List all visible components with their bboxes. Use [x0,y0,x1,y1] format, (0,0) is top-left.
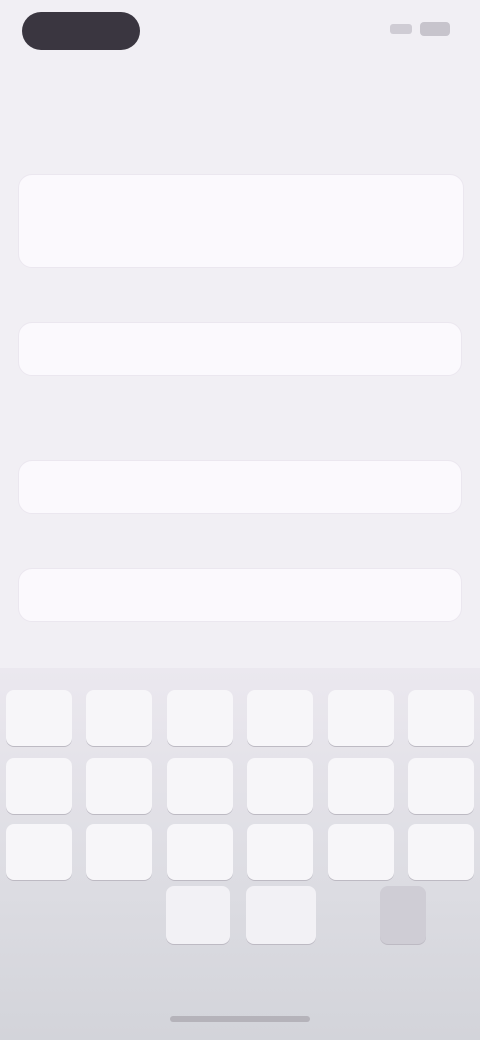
details-card [18,174,464,268]
key[interactable] [166,690,233,746]
key[interactable] [166,886,230,944]
status-time [22,12,140,50]
key[interactable] [380,886,426,944]
key[interactable] [86,824,153,880]
key[interactable] [327,758,394,814]
cellular-signal-icon [390,24,412,34]
battery-icon [420,22,450,36]
key[interactable] [166,824,233,880]
keyboard-row-1 [0,690,480,746]
key[interactable] [6,758,72,814]
status-icons [390,22,450,36]
key[interactable] [86,758,153,814]
keyboard-row-2 [0,758,480,814]
key[interactable] [247,824,314,880]
key[interactable] [407,824,474,880]
key[interactable] [166,758,233,814]
key[interactable] [6,824,72,880]
key[interactable] [327,824,394,880]
keyboard-row-3 [0,824,480,880]
on-screen-keyboard [0,668,480,1040]
text-field-3[interactable] [18,568,462,622]
key[interactable] [6,690,72,746]
key[interactable] [407,758,474,814]
key[interactable] [407,690,474,746]
key[interactable] [86,690,153,746]
key[interactable] [327,690,394,746]
text-field-2[interactable] [18,460,462,514]
home-indicator [170,1016,310,1022]
status-bar [0,0,480,62]
key[interactable] [246,886,316,944]
text-field-1[interactable] [18,322,462,376]
key[interactable] [247,758,314,814]
key[interactable] [247,690,314,746]
